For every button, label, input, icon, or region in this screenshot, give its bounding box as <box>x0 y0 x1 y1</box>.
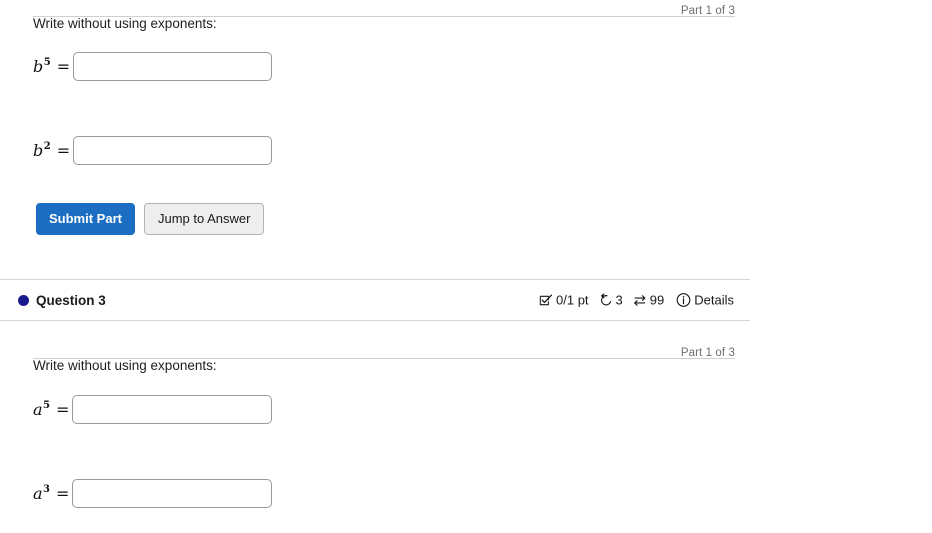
attempts-stat: 3 <box>599 293 623 308</box>
question-title: Question 3 <box>36 292 106 308</box>
undo-arrow-icon <box>599 293 613 307</box>
equals-sign: = <box>56 483 70 503</box>
math-exponent: 2 <box>43 141 51 153</box>
answer-row: a5 = <box>0 395 932 424</box>
answer-input[interactable] <box>73 136 273 165</box>
math-expression: a3 <box>33 483 51 503</box>
score-stat: 0/1 pt <box>539 293 589 308</box>
part-divider <box>33 16 735 17</box>
equals-sign: = <box>56 399 70 419</box>
answer-input[interactable] <box>72 479 273 508</box>
prompt-text: Write without using exponents: <box>33 16 217 31</box>
details-link[interactable]: Details <box>694 293 734 308</box>
question-status-bullet-icon <box>18 294 29 306</box>
math-expression: a5 <box>33 399 51 419</box>
math-expression: b2 <box>33 140 51 160</box>
jump-to-answer-button[interactable]: Jump to Answer <box>143 203 265 235</box>
question-stats: 0/1 pt 3 99 Details <box>539 293 734 308</box>
question-header: Question 3 0/1 pt 3 99 Details <box>0 279 750 321</box>
swap-arrows-icon <box>633 293 647 307</box>
math-exponent: 5 <box>43 400 51 412</box>
question-block-3: Question 3 0/1 pt 3 99 Details Part 1 of… <box>0 279 932 508</box>
math-base: a <box>33 399 43 419</box>
answer-row: a3 = <box>0 479 932 508</box>
math-expression: b5 <box>33 56 51 76</box>
prompt-text: Write without using exponents: <box>33 358 217 373</box>
question-block-top: Part 1 of 3 Write without using exponent… <box>0 5 932 235</box>
reattempts-value: 99 <box>649 292 665 308</box>
part-label: Part 1 of 3 <box>680 347 735 359</box>
math-base: b <box>33 56 44 76</box>
action-buttons: Submit Part Jump to Answer <box>0 203 932 235</box>
math-base: a <box>33 483 43 503</box>
attempts-value: 3 <box>615 292 623 308</box>
part-divider <box>33 358 735 359</box>
answer-input[interactable] <box>73 52 273 81</box>
answer-row: b2 = <box>0 136 932 165</box>
reattempts-stat: 99 <box>633 293 664 308</box>
submit-part-button[interactable]: Submit Part <box>36 203 135 235</box>
math-exponent: 5 <box>43 57 51 69</box>
answer-input[interactable] <box>72 395 273 424</box>
math-exponent: 3 <box>43 484 51 496</box>
answer-row: b5 = <box>0 52 932 81</box>
equals-sign: = <box>56 56 71 76</box>
question-title-group: Question 3 <box>0 293 106 308</box>
part-label: Part 1 of 3 <box>680 5 735 17</box>
checkbox-check-icon <box>539 293 553 307</box>
equals-sign: = <box>56 140 71 160</box>
math-base: b <box>33 140 44 160</box>
details-stat[interactable]: Details <box>676 293 734 308</box>
score-value: 0/1 pt <box>556 292 589 308</box>
info-circle-icon <box>676 293 691 308</box>
